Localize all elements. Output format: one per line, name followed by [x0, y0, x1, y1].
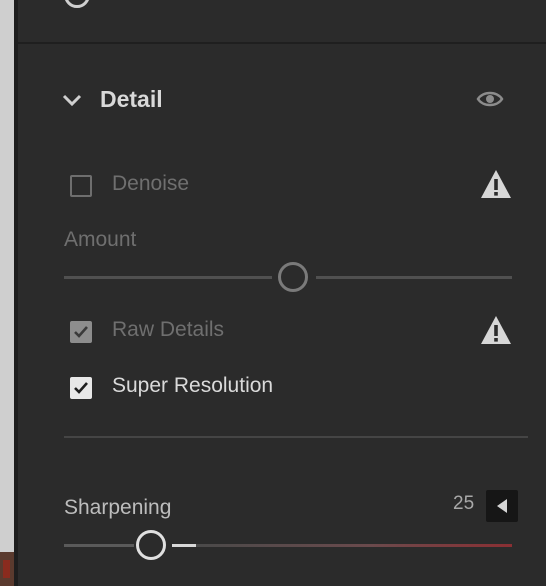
super-resolution-checkbox[interactable]: [70, 377, 92, 399]
sharpening-slider-track-right[interactable]: [196, 544, 512, 547]
warning-triangle-icon: [481, 316, 511, 344]
raw-details-checkbox[interactable]: [70, 321, 92, 343]
denoise-checkbox[interactable]: [70, 175, 92, 197]
sharpening-slider-fill[interactable]: [172, 544, 196, 547]
denoise-label: Denoise: [112, 172, 190, 195]
amount-slider-track-right[interactable]: [316, 276, 512, 279]
photo-thumbnail[interactable]: [0, 552, 14, 586]
checkmark-icon: [74, 382, 88, 394]
amount-slider-track-left[interactable]: [64, 276, 272, 279]
section-divider: [18, 42, 546, 44]
chevron-down-icon[interactable]: [60, 90, 84, 110]
sharpening-value[interactable]: 25: [453, 493, 474, 515]
raw-details-label: Raw Details: [112, 318, 225, 341]
section-divider: [64, 436, 528, 438]
sharpening-label: Sharpening: [64, 496, 172, 519]
amount-slider-knob[interactable]: [278, 262, 308, 292]
eye-icon[interactable]: [476, 88, 504, 110]
sharpening-step-button[interactable]: [486, 490, 518, 522]
super-resolution-label: Super Resolution: [112, 374, 274, 397]
filmstrip-edge: [0, 0, 14, 586]
amount-label: Amount: [64, 228, 137, 251]
section-title-detail[interactable]: Detail: [100, 86, 163, 113]
warning-triangle-icon: [481, 170, 511, 198]
sharpening-slider-knob[interactable]: [136, 530, 166, 560]
sharpening-slider-track-left[interactable]: [64, 544, 134, 547]
checkmark-icon: [74, 326, 88, 338]
triangle-left-icon: [497, 499, 507, 513]
